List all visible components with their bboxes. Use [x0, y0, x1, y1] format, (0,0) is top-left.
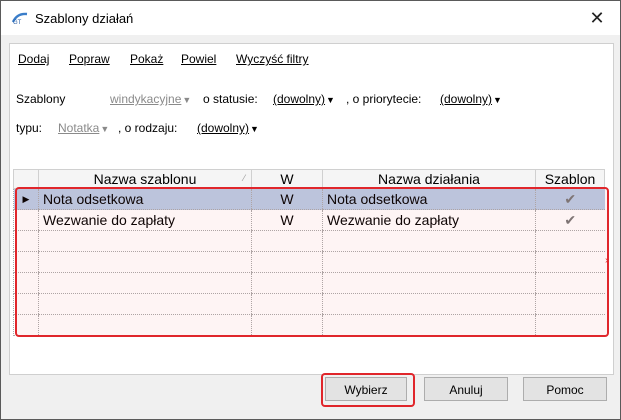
cell-nazwa-szablonu[interactable]: Wezwanie do zapłaty: [38, 209, 252, 231]
table-row[interactable]: ▶ Nota odsetkowa W Nota odsetkowa ✔: [13, 188, 605, 210]
chevron-down-icon: ▼: [493, 95, 502, 105]
menu-pokaz[interactable]: Pokaż: [130, 52, 163, 66]
priorytet-value: (dowolny): [440, 92, 493, 106]
status-dropdown[interactable]: (dowolny)▼: [273, 92, 335, 106]
column-header-w[interactable]: W: [251, 169, 323, 189]
row-indicator: [13, 209, 39, 231]
dialog-window: GT Szablony działań ✕ Dodaj Popraw Pokaż…: [0, 0, 621, 420]
pomoc-button[interactable]: Pomoc: [523, 377, 607, 401]
anuluj-button[interactable]: Anuluj: [424, 377, 508, 401]
priorytet-label: , o priorytecie:: [346, 92, 422, 106]
templates-grid: Nazwa szablonu ⁄ W Nazwa działania Szablo…: [13, 169, 605, 336]
app-logo-icon: GT: [11, 12, 28, 25]
empty-row: [13, 314, 605, 336]
rodzaj-dropdown[interactable]: (dowolny)▼: [197, 121, 259, 135]
column-header-nazwa-szablonu[interactable]: Nazwa szablonu ⁄: [38, 169, 252, 189]
empty-row: [13, 272, 605, 294]
column-header-szablon[interactable]: Szablon: [535, 169, 605, 189]
cell-w[interactable]: W: [251, 188, 323, 210]
table-row[interactable]: Wezwanie do zapłaty W Wezwanie do zapłat…: [13, 209, 605, 231]
menu-popraw[interactable]: Popraw: [69, 52, 110, 66]
status-value: (dowolny): [273, 92, 326, 106]
priorytet-dropdown[interactable]: (dowolny)▼: [440, 92, 502, 106]
cell-nazwa-dzialania[interactable]: Wezwanie do zapłaty: [322, 209, 536, 231]
sort-icon: ⁄: [243, 173, 245, 183]
typ-value: Notatka: [58, 121, 100, 135]
typ-dropdown[interactable]: Notatka▼: [58, 121, 109, 135]
empty-row: [13, 293, 605, 315]
window-title: Szablony działań: [35, 11, 134, 26]
szablony-value: windykacyjne: [110, 92, 182, 106]
cell-nazwa-szablonu[interactable]: Nota odsetkowa: [38, 188, 252, 210]
cell-nazwa-dzialania[interactable]: Nota odsetkowa: [322, 188, 536, 210]
chevron-down-icon: ▼: [100, 124, 110, 134]
close-icon[interactable]: ✕: [588, 9, 606, 27]
dialog-body: Dodaj Popraw Pokaż Powiel Wyczyść filtry…: [1, 35, 620, 419]
rodzaj-value: (dowolny): [197, 121, 250, 135]
svg-text:GT: GT: [13, 20, 22, 25]
empty-row: [13, 230, 605, 252]
grid-indicator-header: [13, 169, 39, 189]
szablony-label: Szablony: [16, 92, 66, 106]
menu-wyczysc-filtry[interactable]: Wyczyść filtry: [236, 52, 309, 66]
checkmark-icon[interactable]: ✔: [535, 209, 605, 231]
typ-label: typu:: [16, 121, 43, 135]
checkmark-icon[interactable]: ✔: [535, 188, 605, 210]
chevron-down-icon: ▼: [326, 95, 335, 105]
highlight-pointer-icon: ›: [605, 255, 609, 266]
status-label: o statusie:: [203, 92, 258, 106]
grid-header-row: Nazwa szablonu ⁄ W Nazwa działania Szablo…: [13, 169, 605, 189]
column-header-nazwa-dzialania[interactable]: Nazwa działania: [322, 169, 536, 189]
menu-dodaj[interactable]: Dodaj: [18, 52, 49, 66]
szablony-dropdown[interactable]: windykacyjne▼: [110, 92, 191, 106]
cell-w[interactable]: W: [251, 209, 323, 231]
title-bar: GT Szablony działań ✕: [1, 1, 620, 35]
chevron-down-icon: ▼: [182, 95, 192, 105]
current-row-icon: ▶: [13, 188, 39, 210]
chevron-down-icon: ▼: [250, 124, 259, 134]
wybierz-button[interactable]: Wybierz: [325, 377, 407, 401]
rodzaj-label: , o rodzaju:: [118, 121, 178, 135]
menu-powiel[interactable]: Powiel: [181, 52, 216, 66]
templates-table: Nazwa szablonu ⁄ W Nazwa działania Szablo…: [13, 169, 605, 336]
empty-row: [13, 251, 605, 273]
